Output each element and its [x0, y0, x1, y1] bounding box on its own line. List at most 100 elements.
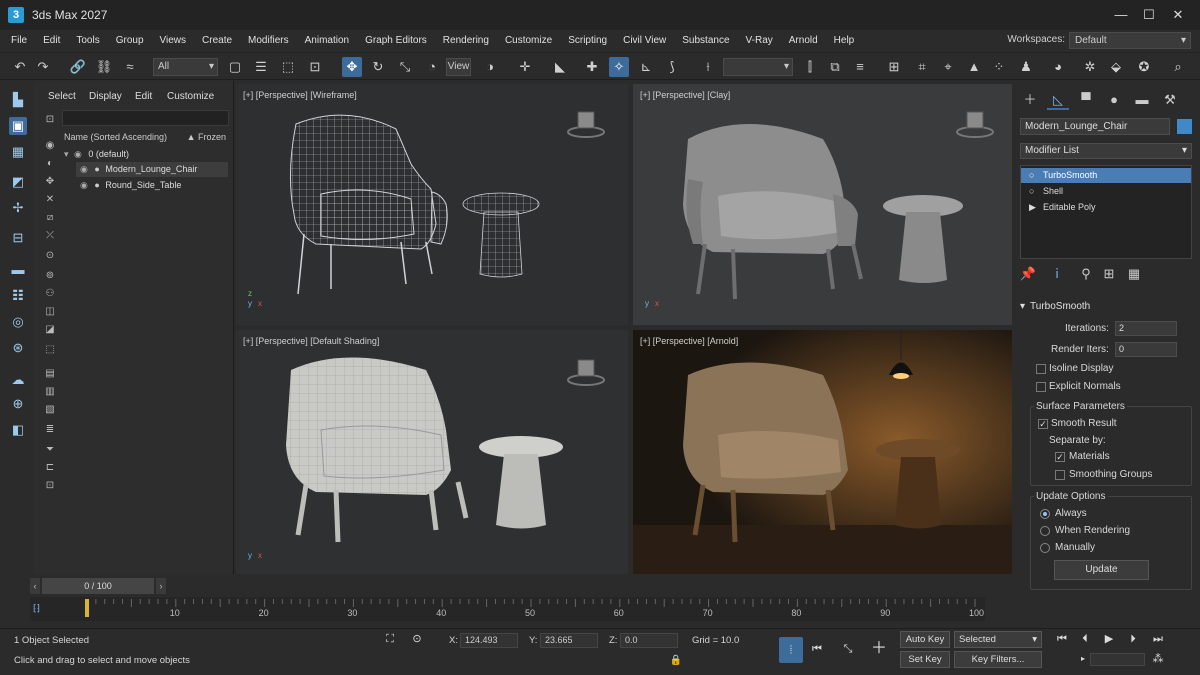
viewport-default-shading[interactable]: [+] [Perspective] [Default Shading] y x: [236, 330, 628, 574]
angle-snap-icon[interactable]: ✚: [582, 57, 602, 77]
object-color-swatch[interactable]: [1177, 119, 1192, 134]
play-icon[interactable]: ▶: [1099, 629, 1119, 649]
world-icon[interactable]: ⊕: [9, 395, 27, 413]
explorer-search-field[interactable]: [62, 110, 229, 126]
place-icon[interactable]: ◔: [422, 57, 442, 77]
modify-tab-icon[interactable]: ◺: [1047, 90, 1069, 110]
key-mode-icon[interactable]: ⦙: [779, 637, 803, 663]
teapot-render-icon[interactable]: ⬙: [1106, 57, 1126, 77]
time-slider-thumb[interactable]: 0 / 100: [42, 578, 154, 594]
undo-icon[interactable]: ↶: [10, 57, 30, 77]
menu-views[interactable]: Views: [152, 30, 195, 52]
select-and-move-icon[interactable]: ✥: [342, 57, 362, 77]
always-radio[interactable]: [1040, 509, 1050, 519]
warp-filter-icon[interactable]: ⤫: [43, 229, 57, 243]
smooth-result-checkbox[interactable]: ✓: [1038, 419, 1048, 429]
cloud-icon[interactable]: ☁: [9, 371, 27, 389]
object-name-field[interactable]: Modern_Lounge_Chair: [1020, 118, 1170, 135]
display-none-icon[interactable]: ▥: [43, 385, 57, 399]
explicit-normals-checkbox[interactable]: [1036, 382, 1046, 392]
key-filters-button[interactable]: Key Filters...: [954, 651, 1042, 668]
arnold-render-icon[interactable]: ✲: [1080, 57, 1100, 77]
modifier-list-dropdown[interactable]: Modifier List ▾: [1020, 143, 1192, 159]
x-coordinate-field[interactable]: 124.493: [460, 633, 518, 648]
camera-filter-icon[interactable]: ✕: [43, 193, 57, 207]
schematic-view-icon[interactable]: ⌗: [912, 57, 932, 77]
current-frame-field[interactable]: [1090, 653, 1145, 666]
edit-named-sets-icon[interactable]: ⟆: [662, 57, 682, 77]
create-panel-icon[interactable]: ▙: [9, 91, 27, 109]
geometry-filter-icon[interactable]: ◉: [43, 139, 57, 153]
rendered-frame-window-icon[interactable]: ⁘: [989, 57, 1009, 77]
menu-customize[interactable]: Customize: [497, 30, 560, 52]
menu-arnold[interactable]: Arnold: [781, 30, 826, 52]
viewport-clay[interactable]: [+] [Perspective] [Clay] y x: [633, 84, 1012, 325]
workspaces-dropdown[interactable]: Default ▾: [1069, 32, 1191, 49]
light-icon[interactable]: ✪: [1134, 57, 1154, 77]
select-by-name-icon[interactable]: ☰: [251, 57, 271, 77]
select-and-rotate-icon[interactable]: ↻: [368, 57, 388, 77]
track-bar[interactable]: ⁅⁆ 10 20 30 40 50 60 70 80 90 100: [30, 597, 985, 621]
menu-substance[interactable]: Substance: [674, 30, 737, 52]
render-iters-spinner[interactable]: 0: [1115, 342, 1177, 357]
when-rendering-radio[interactable]: [1040, 526, 1050, 536]
hierarchy-icon[interactable]: ⊟: [9, 229, 27, 247]
snap-icon[interactable]: ◣: [550, 57, 570, 77]
menu-animation[interactable]: Animation: [297, 30, 357, 52]
list-view-icon[interactable]: ☷: [9, 287, 27, 305]
time-prev-icon[interactable]: ‹: [30, 578, 40, 594]
menu-create[interactable]: Create: [194, 30, 240, 52]
bulb-icon[interactable]: ○: [1029, 184, 1034, 199]
eye-icon[interactable]: ◉: [74, 149, 82, 159]
expand-arrow-icon[interactable]: ▶: [1029, 200, 1036, 215]
viewcube-icon[interactable]: [566, 352, 606, 388]
make-unique-icon[interactable]: ⚲: [1075, 264, 1097, 284]
minimize-button[interactable]: —: [1112, 6, 1130, 24]
rectangle-selection-icon[interactable]: ⬚: [278, 57, 298, 77]
next-frame-icon[interactable]: ⏵: [1123, 629, 1143, 649]
viewcube-icon[interactable]: [566, 104, 606, 140]
window-crossing-icon[interactable]: ⊡: [305, 57, 325, 77]
tree-item-side-table[interactable]: ◉ ● Round_Side_Table: [76, 178, 228, 193]
percent-snap-icon[interactable]: ✧: [609, 57, 629, 77]
container-icon[interactable]: ◩: [9, 173, 27, 191]
z-coordinate-field[interactable]: 0.0: [620, 633, 678, 648]
stack-item-shell[interactable]: ○ Shell: [1021, 184, 1191, 199]
menu-civil-view[interactable]: Civil View: [615, 30, 674, 52]
display-panel-icon[interactable]: ▦: [9, 143, 27, 161]
layer-icon[interactable]: ▬: [9, 261, 27, 279]
named-selection-sets-dropdown[interactable]: ▾: [723, 58, 793, 76]
create-tab-icon[interactable]: ＋: [1019, 90, 1041, 110]
bulb-icon[interactable]: ○: [1029, 168, 1034, 183]
eye-icon[interactable]: ◉: [80, 164, 88, 174]
group-filter-icon[interactable]: ⊙: [43, 249, 57, 263]
filter-funnel-icon[interactable]: ⏷: [43, 443, 57, 457]
invert-display-icon[interactable]: ▧: [43, 403, 57, 417]
smoothing-groups-checkbox[interactable]: [1055, 470, 1065, 480]
add-key-icon[interactable]: ＋: [869, 639, 889, 659]
frozen-column-header[interactable]: ▲ Frozen: [187, 132, 226, 142]
turbosmooth-rollout-header[interactable]: ▾ TurboSmooth: [1020, 299, 1192, 315]
frozen-filter-icon[interactable]: ◪: [43, 323, 57, 337]
globe-icon[interactable]: ◎: [9, 313, 27, 331]
container-filter-icon[interactable]: ◫: [43, 305, 57, 319]
tab-customize[interactable]: Customize: [167, 91, 214, 102]
materials-checkbox[interactable]: ✓: [1055, 452, 1065, 462]
shape-filter-icon[interactable]: ◐: [43, 157, 57, 171]
layer-explorer-icon[interactable]: ⊏: [43, 461, 57, 475]
curve-editor-icon[interactable]: ⊞: [884, 57, 904, 77]
menu-group[interactable]: Group: [108, 30, 152, 52]
compass-icon[interactable]: ⊛: [9, 339, 27, 357]
previous-frame-icon[interactable]: ⏴: [1075, 629, 1095, 649]
motion-tab-icon[interactable]: ●: [1103, 90, 1125, 110]
menu-scripting[interactable]: Scripting: [560, 30, 615, 52]
render-setup-icon[interactable]: ▲: [964, 57, 984, 77]
menu-help[interactable]: Help: [826, 30, 863, 52]
go-to-start-icon[interactable]: ⏮: [1052, 629, 1072, 649]
menu-vray[interactable]: V-Ray: [738, 30, 781, 52]
scene-explorer-icon[interactable]: ▣: [9, 117, 27, 135]
hidden-filter-icon[interactable]: ⬚: [43, 343, 57, 357]
isoline-display-checkbox[interactable]: [1036, 364, 1046, 374]
bind-space-warp-icon[interactable]: ≈: [120, 57, 140, 77]
spinner-snap-icon[interactable]: ⊾: [636, 57, 656, 77]
